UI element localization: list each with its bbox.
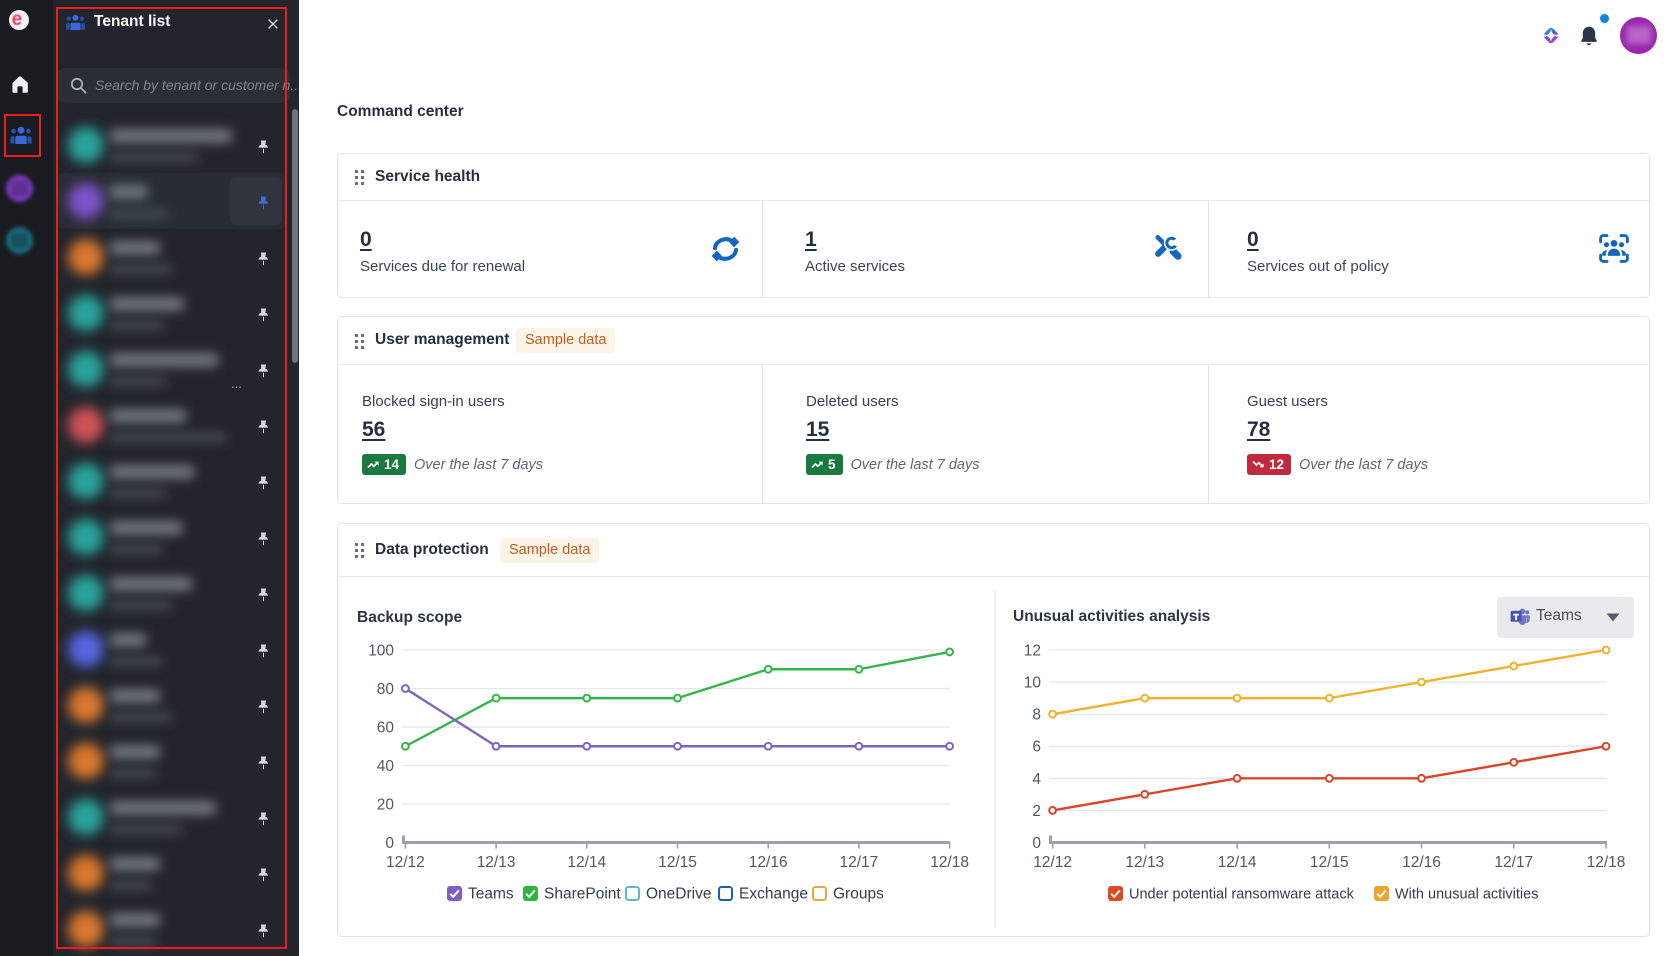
svg-text:12/14: 12/14 bbox=[1218, 854, 1257, 871]
svg-text:OneDrive: OneDrive bbox=[646, 886, 711, 903]
svg-text:12/17: 12/17 bbox=[1494, 854, 1533, 871]
svg-text:0: 0 bbox=[1032, 835, 1041, 852]
svg-text:6: 6 bbox=[1032, 739, 1041, 756]
svg-text:8: 8 bbox=[1032, 707, 1041, 724]
svg-text:12/18: 12/18 bbox=[1587, 854, 1626, 871]
svg-text:12/12: 12/12 bbox=[1033, 854, 1072, 871]
svg-text:12: 12 bbox=[1024, 643, 1041, 660]
svg-text:Exchange: Exchange bbox=[739, 886, 808, 903]
svg-text:12/12: 12/12 bbox=[386, 854, 425, 871]
svg-text:12/16: 12/16 bbox=[749, 854, 788, 871]
svg-text:10: 10 bbox=[1024, 675, 1042, 692]
svg-text:40: 40 bbox=[377, 758, 395, 775]
svg-text:SharePoint: SharePoint bbox=[544, 886, 621, 903]
svg-text:Teams: Teams bbox=[468, 886, 514, 903]
svg-text:12/17: 12/17 bbox=[840, 854, 879, 871]
svg-text:80: 80 bbox=[377, 681, 395, 698]
svg-text:0: 0 bbox=[385, 835, 394, 852]
svg-text:12/13: 12/13 bbox=[1125, 854, 1164, 871]
svg-text:Groups: Groups bbox=[833, 886, 884, 903]
svg-text:With unusual activities: With unusual activities bbox=[1395, 887, 1538, 903]
svg-text:20: 20 bbox=[377, 797, 395, 814]
svg-text:12/16: 12/16 bbox=[1402, 854, 1441, 871]
svg-text:12/13: 12/13 bbox=[477, 854, 516, 871]
svg-text:12/14: 12/14 bbox=[567, 854, 606, 871]
svg-text:12/15: 12/15 bbox=[1310, 854, 1349, 871]
svg-text:4: 4 bbox=[1032, 771, 1041, 788]
svg-text:12/18: 12/18 bbox=[930, 854, 969, 871]
svg-text:60: 60 bbox=[377, 720, 395, 737]
svg-text:Under potential ransomware att: Under potential ransomware attack bbox=[1129, 887, 1355, 903]
svg-text:2: 2 bbox=[1032, 803, 1041, 820]
svg-text:100: 100 bbox=[368, 643, 394, 660]
svg-text:12/15: 12/15 bbox=[658, 854, 697, 871]
